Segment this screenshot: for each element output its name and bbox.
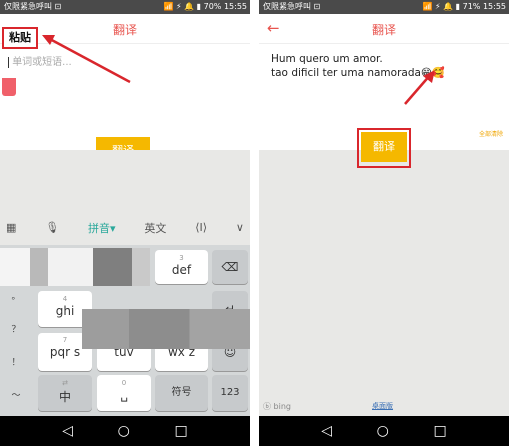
side-key-tilde[interactable]: ～ — [0, 381, 32, 411]
input-line: Hum quero um amor. — [271, 53, 383, 65]
status-bar: 仅限紧急呼叫 ⊡ 📶 ⚡ 🔔 ▮ 71% 15:55 — [259, 0, 509, 14]
cursor-move-icon[interactable]: ⟨I⟩ — [195, 221, 207, 234]
key-ghi-label: ghi — [55, 304, 75, 318]
side-key-period[interactable]: 。 — [0, 282, 32, 312]
nav-recent-icon[interactable]: □ — [174, 424, 187, 438]
carrier-text: 仅限紧急呼叫 ⊡ — [4, 2, 62, 11]
carrier-text: 仅限紧急呼叫 ⊡ — [263, 2, 321, 11]
right-screen: 仅限紧急呼叫 ⊡ 📶 ⚡ 🔔 ▮ 71% 15:55 ← 翻译 Hum quer… — [259, 0, 509, 446]
backspace-key[interactable]: ⌫ — [212, 250, 248, 284]
system-nav-bar: ◁ ○ □ — [0, 416, 250, 446]
keyboard-toolbar: ▦ 🎙 拼音▾ 英文 ⟨I⟩ ∨ — [0, 210, 250, 245]
collapse-keyboard-icon[interactable]: ∨ — [236, 221, 244, 234]
status-icons: 📶 ⚡ 🔔 ▮ 71% 15:55 — [422, 2, 507, 11]
input-line: tao dificil ter uma namorada😁🥰 — [271, 67, 445, 79]
numbers-key[interactable]: 123 — [212, 375, 248, 411]
translation-input[interactable]: Hum quero um amor. tao dificil ter uma n… — [271, 52, 501, 80]
space-key-label: ␣ — [120, 388, 128, 402]
grid-icon[interactable]: ▦ — [6, 221, 16, 234]
chinese-switch-key[interactable]: ⇄ 中 — [38, 375, 92, 411]
mic-icon[interactable]: 🎙 — [45, 221, 59, 234]
bing-logo: ⓑ bing — [263, 402, 291, 411]
status-bar: 仅限紧急呼叫 ⊡ 📶 ⚡ 🔔 ▮ 70% 15:55 — [0, 0, 250, 14]
divider — [250, 0, 259, 446]
translate-button[interactable]: 翻译 — [361, 132, 407, 162]
side-key-exclaim[interactable]: ！ — [0, 348, 32, 378]
chinese-switch-label: 中 — [58, 390, 71, 404]
paste-popup[interactable]: 粘贴 — [2, 27, 38, 49]
cursor-handle[interactable] — [2, 78, 16, 96]
space-key[interactable]: 0 ␣ — [97, 375, 151, 411]
translation-input[interactable]: 单词或短语... — [8, 53, 238, 69]
nav-home-icon[interactable]: ○ — [118, 424, 130, 438]
input-placeholder: 单词或短语... — [12, 57, 72, 68]
desktop-version-link[interactable]: 桌面版 — [372, 401, 393, 411]
key-def-label: def — [171, 263, 192, 277]
nav-recent-icon[interactable]: □ — [433, 424, 446, 438]
status-icons: 📶 ⚡ 🔔 ▮ 70% 15:55 — [163, 2, 248, 11]
obscured-region — [0, 248, 150, 286]
key-def[interactable]: 3 def — [155, 250, 208, 284]
text-cursor — [8, 56, 9, 68]
side-key-question[interactable]: ？ — [0, 315, 32, 345]
obscured-region — [82, 309, 250, 349]
nav-back-icon[interactable]: ◁ — [321, 424, 332, 438]
left-screen: 仅限紧急呼叫 ⊡ 📶 ⚡ 🔔 ▮ 70% 15:55 翻译 粘贴 单词或短语..… — [0, 0, 250, 446]
content-area — [259, 150, 509, 416]
nav-home-icon[interactable]: ○ — [377, 424, 389, 438]
symbols-key[interactable]: 符号 — [155, 375, 208, 411]
nav-back-icon[interactable]: ◁ — [62, 424, 73, 438]
system-nav-bar: ◁ ○ □ — [259, 416, 509, 446]
key-pqrs-label: pqr s — [49, 345, 81, 359]
annotation-arrow — [404, 70, 435, 105]
page-title: 翻译 — [371, 23, 396, 37]
english-toggle[interactable]: 英文 — [144, 220, 166, 236]
app-header: ← 翻译 — [259, 14, 509, 44]
pinyin-toggle[interactable]: 拼音▾ — [88, 220, 116, 236]
clear-all-link[interactable]: 全部清除 — [479, 129, 503, 138]
